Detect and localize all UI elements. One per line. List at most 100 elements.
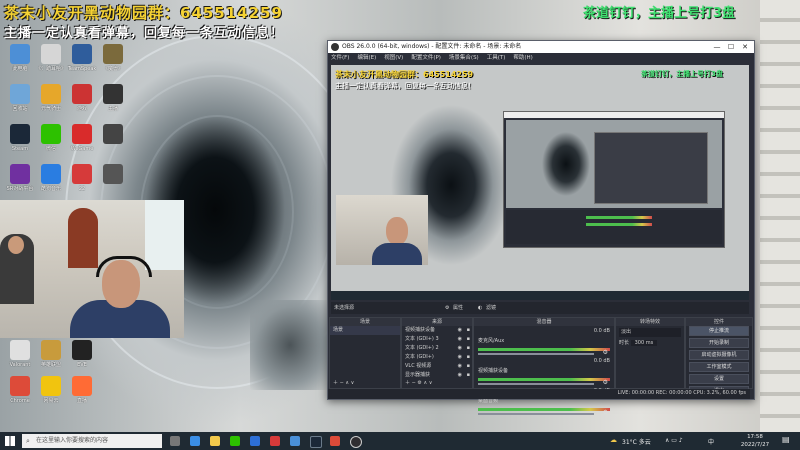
- desktop-icon[interactable]: EVE: [66, 340, 98, 368]
- input-language-indicator[interactable]: 中: [708, 437, 714, 446]
- volume-slider[interactable]: ⚙: [478, 349, 608, 356]
- taskbar-search-box[interactable]: ⌕ 在这里输入你要搜索的内容: [22, 434, 162, 448]
- app-icon[interactable]: [250, 436, 260, 446]
- volume-slider[interactable]: ⚙: [478, 409, 608, 416]
- control-button[interactable]: 启动虚拟摄像机: [689, 350, 749, 360]
- gear-icon[interactable]: ⚙: [603, 409, 608, 416]
- notification-icon[interactable]: ▤: [782, 435, 790, 444]
- gear-icon[interactable]: ⚙: [603, 349, 608, 356]
- taskbar-clock[interactable]: 17:58 2022/7/27: [735, 433, 775, 449]
- desktop-icon-label: 主播: [107, 106, 118, 112]
- obs-menu-item[interactable]: 编辑(E): [357, 55, 376, 61]
- duration-input[interactable]: 300 ms: [630, 340, 658, 346]
- task-view-icon[interactable]: [170, 436, 180, 446]
- obs-menu-item[interactable]: 文件(F): [331, 55, 349, 61]
- desktop-icon[interactable]: 22: [66, 164, 98, 192]
- chrome-icon[interactable]: [330, 436, 340, 446]
- desktop-icon[interactable]: Steam: [4, 124, 36, 152]
- desktop-icon-label: SR对战平台: [6, 186, 34, 192]
- app-icon: [10, 124, 30, 144]
- no-source-label: 未选择源: [334, 305, 355, 311]
- wechat-icon[interactable]: [230, 436, 240, 446]
- control-button[interactable]: 工作室模式: [689, 362, 749, 372]
- desktop-icon[interactable]: 元气骑士: [35, 84, 67, 112]
- gear-icon[interactable]: ⚙: [445, 304, 449, 313]
- desktop-icon[interactable]: 酷狗音乐: [35, 164, 67, 192]
- obs-preview[interactable]: 茶末小友开黑动物园群：645514259 主播一定认真看弹幕，回复每一条互动信息…: [331, 65, 749, 300]
- app-icon[interactable]: [270, 436, 280, 446]
- source-add-remove-buttons[interactable]: ＋ − ⚙ ∧ ∨: [405, 379, 432, 388]
- transition-select[interactable]: 淡出: [619, 328, 681, 337]
- desktop-icon[interactable]: [97, 124, 129, 146]
- desktop-icon[interactable]: 此电脑: [4, 44, 36, 72]
- properties-button[interactable]: 属性: [453, 304, 463, 313]
- preview-overlay-line1: 茶末小友开黑动物园群：645514259: [335, 70, 474, 79]
- gear-icon[interactable]: ⚙: [603, 379, 608, 386]
- desktop-icon-label: 《氵踏耳哈》: [35, 66, 66, 72]
- obs-taskbar-icon[interactable]: [350, 436, 362, 448]
- desktop-icon[interactable]: 英雄联盟: [35, 340, 67, 368]
- volume-slider[interactable]: ⚙: [478, 379, 608, 386]
- desktop-icon[interactable]: 游戏: [66, 84, 98, 112]
- filter-icon[interactable]: ◐: [478, 304, 482, 313]
- desktop-icon[interactable]: 《氵踏耳哈》: [35, 44, 67, 72]
- obs-menu-item[interactable]: 视图(V): [384, 55, 403, 61]
- eye-icon[interactable]: ◉: [458, 326, 462, 335]
- eye-icon[interactable]: ◉: [458, 362, 462, 371]
- wallpaper-panels: [760, 0, 800, 432]
- desktop-icon[interactable]: WeGame: [66, 124, 98, 152]
- obs-menu-item[interactable]: 配置文件(P): [411, 55, 441, 61]
- lock-icon[interactable]: ▪: [467, 335, 470, 344]
- filters-button[interactable]: 滤镜: [486, 304, 496, 313]
- lock-icon[interactable]: ▪: [467, 353, 470, 362]
- desktop-icon[interactable]: SR对战平台: [4, 164, 36, 192]
- desktop-icon[interactable]: 主播: [97, 84, 129, 112]
- lock-icon[interactable]: ▪: [467, 326, 470, 335]
- source-item[interactable]: 文本 (GDI+) 2 ◉ ▪: [402, 344, 472, 353]
- steam-icon[interactable]: [310, 436, 322, 448]
- control-button[interactable]: 设置: [689, 374, 749, 384]
- source-item[interactable]: 视频捕获设备 ◉ ▪: [402, 326, 472, 335]
- source-item[interactable]: VLC 视频源 ◉ ▪: [402, 362, 472, 371]
- obs-title-bar[interactable]: OBS 26.0.0 (64-bit, windows) - 配置文件: 未命名…: [328, 41, 754, 53]
- minimize-button[interactable]: —: [710, 41, 724, 53]
- desktop-icon[interactable]: 《魔兽》: [97, 44, 129, 72]
- lock-icon[interactable]: ▪: [467, 362, 470, 371]
- desktop-icon[interactable]: 微信: [35, 124, 67, 152]
- control-button[interactable]: 开始录制: [689, 338, 749, 348]
- file-explorer-icon[interactable]: [210, 436, 220, 446]
- nested-inner-window: [594, 132, 708, 204]
- desktop-icon[interactable]: Chrome: [4, 376, 36, 404]
- obs-menu-item[interactable]: 帮助(H): [513, 55, 532, 61]
- app-icon[interactable]: [290, 436, 300, 446]
- scene-add-remove-buttons[interactable]: ＋ − ∧ ∨: [333, 379, 354, 388]
- tray-icons[interactable]: ∧ ▭ ♪: [665, 437, 683, 444]
- lock-icon[interactable]: ▪: [467, 371, 470, 380]
- app-icon: [72, 376, 92, 396]
- source-item[interactable]: 文本 (GDI+) 3 ◉ ▪: [402, 335, 472, 344]
- app-icon: [72, 340, 92, 360]
- desktop-icon[interactable]: Valorant: [4, 340, 36, 368]
- lock-icon[interactable]: ▪: [467, 344, 470, 353]
- control-button[interactable]: 停止推流: [689, 326, 749, 336]
- obs-menu-item[interactable]: 工具(T): [487, 55, 506, 61]
- desktop-icon[interactable]: 直播: [66, 376, 98, 404]
- eye-icon[interactable]: ◉: [458, 335, 462, 344]
- obs-window[interactable]: OBS 26.0.0 (64-bit, windows) - 配置文件: 未命名…: [327, 40, 755, 416]
- desktop-icon[interactable]: 网易云: [35, 376, 67, 404]
- eye-icon[interactable]: ◉: [458, 371, 462, 380]
- desktop-icon[interactable]: TeamSpeak: [66, 44, 98, 72]
- source-item[interactable]: 文本 (GDI+) ◉ ▪: [402, 353, 472, 362]
- desktop-icon[interactable]: 回收站: [4, 84, 36, 112]
- obs-menu-item[interactable]: 场景集合(S): [449, 55, 479, 61]
- eye-icon[interactable]: ◉: [458, 353, 462, 362]
- scene-item[interactable]: 场景: [330, 326, 400, 335]
- taskbar-weather[interactable]: 31°C 多云: [622, 437, 651, 446]
- desktop-icon[interactable]: [97, 164, 129, 186]
- close-button[interactable]: ✕: [738, 41, 752, 53]
- obs-title-text: OBS 26.0.0 (64-bit, windows) - 配置文件: 未命名…: [342, 43, 522, 50]
- eye-icon[interactable]: ◉: [458, 344, 462, 353]
- edge-icon[interactable]: [190, 436, 200, 446]
- windows-start-icon[interactable]: [5, 436, 15, 446]
- maximize-button[interactable]: ☐: [724, 41, 738, 53]
